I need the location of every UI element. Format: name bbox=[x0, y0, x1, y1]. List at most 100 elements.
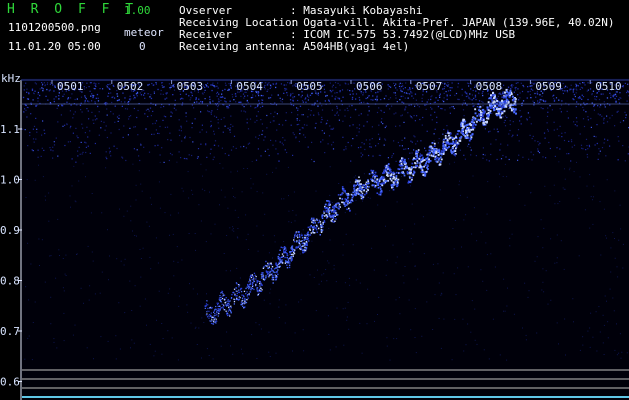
noise-dot bbox=[587, 330, 589, 332]
noise-dot bbox=[320, 141, 322, 143]
trace-dot bbox=[470, 128, 472, 131]
noise-dot bbox=[471, 94, 473, 96]
trace-dot bbox=[219, 308, 221, 310]
trace-dot bbox=[284, 256, 286, 259]
noise-dot bbox=[507, 287, 508, 289]
noise-dot bbox=[169, 288, 171, 290]
trace-dot bbox=[353, 188, 355, 190]
noise-dot bbox=[404, 87, 406, 89]
noise-dot bbox=[418, 106, 420, 108]
trace-dot bbox=[278, 253, 280, 256]
trace-dot bbox=[327, 208, 330, 210]
trace-dot bbox=[410, 168, 413, 171]
trace-dot bbox=[276, 271, 278, 274]
trace-dot bbox=[365, 190, 368, 193]
noise-dot bbox=[44, 132, 46, 135]
noise-dot bbox=[311, 141, 313, 143]
noise-dot bbox=[615, 95, 618, 97]
trace-dot bbox=[249, 276, 251, 278]
noise-dot bbox=[195, 249, 196, 251]
trace-dot bbox=[373, 180, 375, 182]
trace-dot bbox=[241, 297, 244, 299]
trace-dot bbox=[308, 240, 310, 242]
trace-dot bbox=[420, 166, 422, 168]
noise-dot bbox=[167, 292, 169, 294]
noise-dot bbox=[542, 247, 544, 249]
trace-dot bbox=[387, 171, 390, 174]
noise-dot bbox=[532, 135, 534, 137]
noise-dot bbox=[520, 116, 522, 118]
trace-dot bbox=[344, 190, 346, 193]
noise-dot bbox=[601, 115, 603, 117]
noise-dot bbox=[441, 108, 443, 110]
noise-dot bbox=[302, 329, 304, 331]
noise-dot bbox=[32, 322, 34, 323]
noise-dot bbox=[391, 105, 393, 107]
noise-dot bbox=[378, 154, 380, 156]
trace-dot bbox=[325, 203, 327, 206]
noise-dot bbox=[266, 114, 268, 117]
trace-dot bbox=[467, 123, 470, 126]
trace-dot bbox=[421, 157, 424, 160]
trace-dot bbox=[206, 316, 209, 318]
trace-dot bbox=[225, 310, 227, 312]
noise-dot bbox=[323, 132, 325, 134]
noise-dot bbox=[581, 94, 583, 96]
trace-dot bbox=[490, 94, 492, 97]
trace-dot bbox=[359, 194, 362, 196]
noise-dot bbox=[263, 139, 265, 141]
trace-dot bbox=[426, 160, 428, 163]
noise-dot bbox=[393, 140, 395, 142]
noise-dot bbox=[226, 331, 228, 333]
noise-dot bbox=[247, 233, 249, 235]
noise-dot bbox=[473, 97, 475, 100]
noise-dot bbox=[367, 97, 369, 99]
trace-dot bbox=[404, 158, 406, 161]
noise-dot bbox=[622, 243, 624, 245]
noise-dot bbox=[625, 117, 627, 119]
noise-dot bbox=[35, 117, 37, 119]
noise-dot bbox=[470, 88, 472, 90]
noise-dot bbox=[63, 290, 65, 292]
noise-dot bbox=[351, 98, 354, 100]
noise-dot bbox=[575, 92, 577, 94]
noise-dot bbox=[586, 145, 588, 147]
noise-dot bbox=[627, 83, 629, 85]
noise-dot bbox=[577, 97, 580, 99]
noise-dot bbox=[586, 156, 589, 158]
noise-dot bbox=[530, 88, 532, 90]
trace-dot bbox=[412, 174, 415, 177]
noise-dot bbox=[201, 129, 203, 131]
trace-dot bbox=[349, 210, 351, 212]
noise-dot bbox=[283, 258, 285, 260]
noise-dot bbox=[508, 108, 510, 110]
noise-dot bbox=[358, 128, 360, 130]
noise-dot bbox=[587, 89, 589, 91]
noise-dot bbox=[626, 352, 628, 354]
noise-dot bbox=[349, 181, 351, 183]
noise-dot bbox=[556, 234, 558, 236]
noise-dot bbox=[215, 85, 218, 87]
y-tick-label: 1.1 bbox=[0, 123, 20, 136]
trace-dot bbox=[399, 160, 402, 162]
noise-dot bbox=[466, 82, 469, 84]
noise-dot bbox=[620, 97, 622, 99]
noise-dot bbox=[369, 197, 371, 199]
noise-dot bbox=[39, 94, 41, 97]
trace-dot bbox=[246, 295, 248, 297]
trace-dot bbox=[341, 192, 344, 195]
noise-dot bbox=[24, 358, 26, 360]
noise-dot bbox=[482, 157, 484, 159]
noise-dot bbox=[227, 127, 229, 129]
noise-dot bbox=[391, 155, 393, 157]
trace-dot bbox=[325, 207, 327, 210]
noise-dot bbox=[606, 237, 607, 239]
noise-dot bbox=[268, 252, 270, 254]
noise-dot bbox=[256, 115, 258, 117]
trace-dot bbox=[227, 302, 229, 304]
noise-dot bbox=[444, 83, 446, 85]
trace-dot bbox=[400, 163, 403, 165]
trace-dot bbox=[402, 164, 404, 167]
trace-dot bbox=[289, 262, 291, 264]
noise-dot bbox=[412, 97, 415, 99]
